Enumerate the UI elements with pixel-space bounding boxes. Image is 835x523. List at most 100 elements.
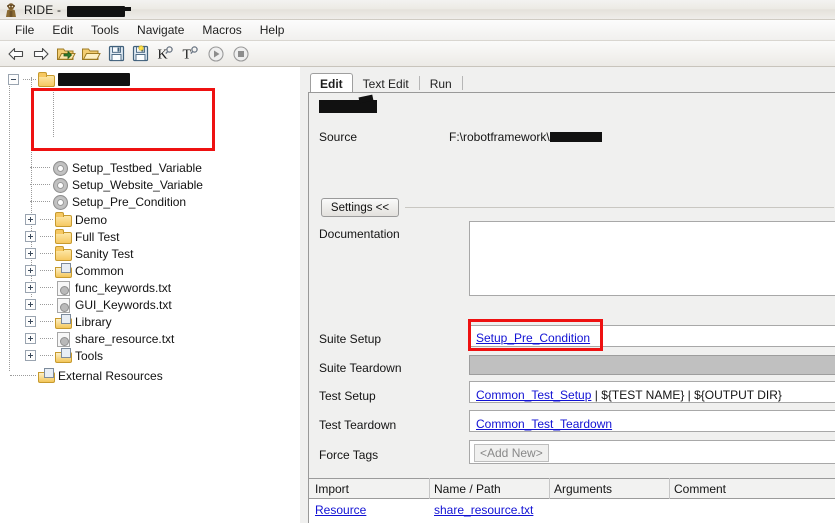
tree-expander-expand[interactable] — [25, 333, 36, 344]
tree-connector — [30, 184, 50, 185]
tree-connector — [40, 236, 53, 237]
tree-expander-collapse[interactable] — [8, 74, 19, 85]
tree-item-full-test[interactable]: Full Test — [25, 228, 119, 245]
imports-table-header: Import Name / Path Arguments Comment — [309, 478, 835, 499]
folder-icon — [55, 229, 72, 244]
annotation-box-setup-keywords — [31, 88, 215, 151]
tree-item-func-keywords[interactable]: func_keywords.txt — [25, 279, 171, 296]
documentation-input[interactable] — [469, 221, 835, 296]
tree-item-common[interactable]: Common — [25, 262, 124, 279]
tree-expander-expand[interactable] — [25, 299, 36, 310]
tree-connector — [30, 167, 50, 168]
svg-text:T: T — [183, 48, 192, 63]
table-empty-row[interactable] — [309, 519, 835, 523]
force-tags-label: Force Tags — [319, 448, 379, 462]
resource-folder-icon — [55, 314, 72, 329]
tree-connector — [40, 270, 53, 271]
svg-text:K: K — [158, 48, 168, 63]
back-arrow-icon[interactable] — [4, 43, 28, 65]
search-tests-icon[interactable]: T — [179, 43, 203, 65]
tree-item-label: Setup_Pre_Condition — [72, 194, 187, 209]
tree-item-external-resources[interactable]: External Resources — [10, 367, 163, 384]
menu-help[interactable]: Help — [251, 21, 294, 39]
tree-item-gui-keywords[interactable]: GUI_Keywords.txt — [25, 296, 172, 313]
tree-item-library[interactable]: Library — [25, 313, 112, 330]
source-value: F:\robotframework\ — [449, 130, 602, 144]
open-directory-icon[interactable] — [79, 43, 103, 65]
tree-expander-expand[interactable] — [25, 231, 36, 242]
column-divider — [549, 478, 550, 499]
force-tags-add-new-button[interactable]: <Add New> — [474, 444, 549, 462]
ride-application-window: RIDE - File Edit Tools Navigate Macros H… — [0, 0, 835, 523]
column-header-arguments: Arguments — [554, 482, 613, 496]
tree-guide-line — [9, 81, 10, 371]
resource-file-icon — [55, 331, 71, 347]
menu-macros[interactable]: Macros — [193, 21, 250, 39]
tree-item-setup-testbed-variable[interactable]: Setup_Testbed_Variable — [30, 159, 202, 176]
suite-setup-label: Suite Setup — [319, 332, 382, 346]
tree-item-label: Full Test — [75, 229, 120, 244]
project-tree-panel[interactable]: Setup_Testbed_Variable Setup_Website_Var… — [0, 67, 300, 523]
resource-folder-icon — [38, 368, 55, 383]
settings-divider — [405, 207, 834, 208]
source-path-redaction — [549, 132, 602, 142]
tree-item-root[interactable] — [8, 71, 130, 88]
tree-expander-expand[interactable] — [25, 316, 36, 327]
main-toolbar: K T — [0, 41, 835, 67]
test-teardown-label: Test Teardown — [319, 418, 397, 432]
suite-editor-panel: Edit Text Edit Run Source F:\robotframew… — [300, 67, 835, 523]
test-teardown-value[interactable]: Common_Test_Teardown — [476, 417, 612, 431]
tree-item-label: Tools — [75, 348, 104, 363]
gear-icon — [52, 194, 68, 210]
source-label: Source — [319, 130, 358, 144]
tree-connector — [40, 253, 53, 254]
forward-arrow-icon[interactable] — [29, 43, 53, 65]
menu-bar: File Edit Tools Navigate Macros Help — [0, 20, 835, 41]
gear-icon — [52, 160, 68, 176]
suite-teardown-input[interactable] — [469, 355, 835, 375]
window-title-text: RIDE - — [24, 2, 65, 17]
resource-file-icon — [55, 297, 71, 313]
menu-edit[interactable]: Edit — [43, 21, 82, 39]
tree-root-redaction — [58, 73, 130, 86]
tree-expander-expand[interactable] — [25, 248, 36, 259]
menu-navigate[interactable]: Navigate — [128, 21, 193, 39]
tree-item-sanity-test[interactable]: Sanity Test — [25, 245, 133, 262]
tree-item-setup-pre-condition[interactable]: Setup_Pre_Condition — [30, 193, 186, 210]
table-row[interactable]: Resource share_resource.txt — [309, 499, 835, 519]
tree-item-demo[interactable]: Demo — [25, 211, 107, 228]
menu-tools[interactable]: Tools — [82, 21, 128, 39]
tree-item-label: GUI_Keywords.txt — [75, 297, 172, 312]
tree-connector — [40, 355, 53, 356]
tab-run[interactable]: Run — [420, 73, 462, 93]
tree-expander-expand[interactable] — [25, 265, 36, 276]
suite-setup-value[interactable]: Setup_Pre_Condition — [476, 331, 590, 345]
save-icon[interactable] — [104, 43, 128, 65]
tree-item-tools[interactable]: Tools — [25, 347, 103, 364]
settings-toggle-button[interactable]: Settings << — [321, 198, 399, 217]
cell-name-path[interactable]: share_resource.txt — [434, 503, 533, 517]
tree-item-share-resource[interactable]: share_resource.txt — [25, 330, 174, 347]
stop-icon[interactable] — [229, 43, 253, 65]
open-project-icon[interactable] — [54, 43, 78, 65]
test-setup-keyword-link[interactable]: Common_Test_Setup — [476, 388, 591, 402]
resource-folder-icon — [55, 348, 72, 363]
test-setup-value-wrapper[interactable]: Common_Test_Setup | ${TEST NAME} | ${OUT… — [476, 388, 782, 402]
cell-import-type[interactable]: Resource — [315, 503, 366, 517]
tree-item-label: Setup_Website_Variable — [72, 177, 203, 192]
tree-item-setup-website-variable[interactable]: Setup_Website_Variable — [30, 176, 203, 193]
tab-text-edit[interactable]: Text Edit — [353, 73, 419, 93]
tree-expander-expand[interactable] — [25, 350, 36, 361]
search-keyword-icon[interactable]: K — [154, 43, 178, 65]
tree-item-label: Common — [75, 263, 124, 278]
gear-icon — [52, 177, 68, 193]
menu-file[interactable]: File — [6, 21, 43, 39]
tree-expander-expand[interactable] — [25, 282, 36, 293]
tree-item-label: Demo — [75, 212, 108, 227]
tree-connector — [40, 287, 53, 288]
save-all-icon[interactable] — [129, 43, 153, 65]
tree-expander-expand[interactable] — [25, 214, 36, 225]
tab-edit[interactable]: Edit — [310, 73, 353, 93]
tree-connector — [40, 219, 53, 220]
run-icon[interactable] — [204, 43, 228, 65]
